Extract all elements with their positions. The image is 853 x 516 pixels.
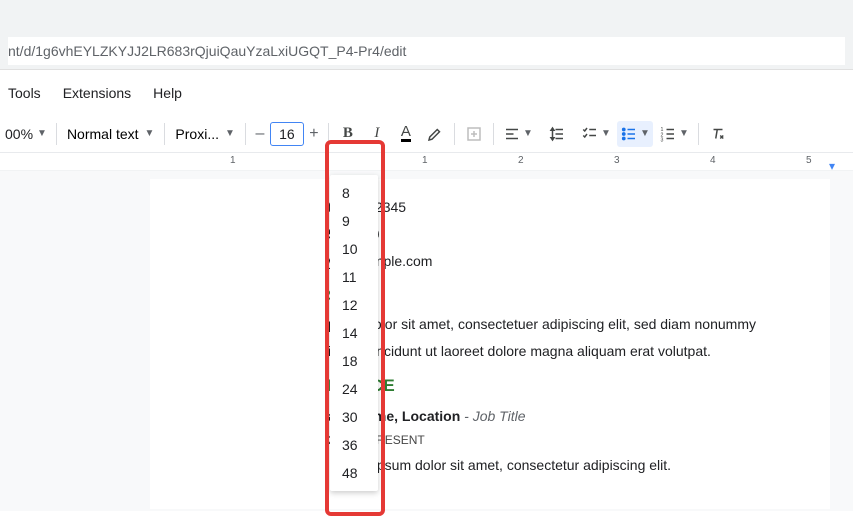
menu-help[interactable]: Help xyxy=(149,79,186,107)
menu-tools[interactable]: Tools xyxy=(4,79,45,107)
line-spacing-icon xyxy=(548,125,566,143)
font-size-option[interactable]: 8 xyxy=(330,179,378,207)
font-size-dropdown[interactable]: 8 9 10 11 12 14 18 24 30 36 48 xyxy=(330,175,378,491)
font-size-option[interactable]: 24 xyxy=(330,375,378,403)
font-size-control: – + xyxy=(252,122,322,146)
separator xyxy=(493,123,494,145)
font-size-option[interactable]: 18 xyxy=(330,347,378,375)
address-line: ty, ST 12345 xyxy=(328,197,806,218)
document-area: ty, ST 12345 55-7890 y@example.com S psu… xyxy=(0,171,853,511)
image-icon xyxy=(465,125,483,143)
body-text: psum dolor sit amet, consectetuer adipis… xyxy=(328,314,806,335)
font-size-option[interactable]: 10 xyxy=(330,235,378,263)
job-title: - Job Title xyxy=(460,408,525,424)
checklist-icon xyxy=(581,125,599,143)
date-range: 20XX - PRESENT xyxy=(328,433,806,447)
section-heading-skills: S xyxy=(328,286,806,306)
chevron-down-icon: ▼ xyxy=(679,128,689,139)
checklist-button[interactable]: ▼ xyxy=(578,121,614,147)
bulleted-list-button[interactable]: ▼ xyxy=(617,121,653,147)
bullet-list-icon xyxy=(620,125,638,143)
url-bar: nt/d/1g6vhEYLZKYJJ2LR683rQjuiQauYzaLxiUG… xyxy=(0,0,853,70)
chevron-down-icon: ▼ xyxy=(523,128,533,139)
phone-line: 55-7890 xyxy=(328,224,806,245)
align-button[interactable]: ▼ xyxy=(500,121,536,147)
ruler-tick: 2 xyxy=(518,155,524,166)
ruler-tick: 1 xyxy=(230,155,236,166)
separator xyxy=(454,123,455,145)
increase-font-button[interactable]: + xyxy=(306,122,322,146)
svg-text:3: 3 xyxy=(660,137,663,143)
chevron-down-icon: ▼ xyxy=(145,128,155,139)
font-size-option[interactable]: 30 xyxy=(330,403,378,431)
line-spacing-button[interactable] xyxy=(539,121,575,147)
body-text: ismod tincidunt ut laoreet dolore magna … xyxy=(328,341,806,362)
separator xyxy=(56,123,57,145)
numbered-list-button[interactable]: 123 ▼ xyxy=(656,121,692,147)
chevron-down-icon: ▼ xyxy=(37,128,47,139)
insert-image-button[interactable] xyxy=(461,121,487,147)
font-value: Proxi... xyxy=(175,126,219,142)
paragraph-style-select[interactable]: Normal text ▼ xyxy=(63,126,158,142)
font-size-input[interactable] xyxy=(270,122,304,146)
toolbar: 00% ▼ Normal text ▼ Proxi... ▼ – + B I U… xyxy=(0,115,853,153)
font-family-select[interactable]: Proxi... ▼ xyxy=(171,126,238,142)
separator xyxy=(698,123,699,145)
url-text: nt/d/1g6vhEYLZKYJJ2LR683rQjuiQauYzaLxiUG… xyxy=(8,37,845,65)
font-size-option[interactable]: 36 xyxy=(330,431,378,459)
separator xyxy=(164,123,165,145)
numbered-list-icon: 123 xyxy=(659,125,677,143)
ruler-tick: 1 xyxy=(422,155,428,166)
ruler-tick: 3 xyxy=(614,155,620,166)
clear-formatting-button[interactable] xyxy=(705,121,731,147)
style-value: Normal text xyxy=(67,126,139,142)
menu-bar: Tools Extensions Help xyxy=(0,70,853,115)
ruler-tick: 5 xyxy=(806,155,812,166)
align-left-icon xyxy=(503,125,521,143)
font-size-option[interactable]: 11 xyxy=(330,263,378,291)
bullet-text: orem ipsum dolor sit amet, consectetur a… xyxy=(328,455,806,476)
zoom-select[interactable]: 00% ▼ xyxy=(2,126,50,142)
decrease-font-button[interactable]: – xyxy=(252,122,268,146)
zoom-value: 00% xyxy=(5,126,33,142)
separator xyxy=(245,123,246,145)
section-heading-experience: RIENCE xyxy=(328,376,806,396)
font-size-option[interactable]: 9 xyxy=(330,207,378,235)
italic-button[interactable]: I xyxy=(364,121,390,147)
font-size-option[interactable]: 12 xyxy=(330,291,378,319)
separator xyxy=(328,123,329,145)
menu-extensions[interactable]: Extensions xyxy=(59,79,135,107)
email-line: y@example.com xyxy=(328,251,806,272)
ruler-tick: 4 xyxy=(710,155,716,166)
ruler: 1 1 2 3 4 5 ▾ xyxy=(0,153,853,171)
chevron-down-icon: ▼ xyxy=(640,128,650,139)
clear-format-icon xyxy=(709,125,727,143)
highlighter-icon xyxy=(426,125,444,143)
page[interactable]: ty, ST 12345 55-7890 y@example.com S psu… xyxy=(150,179,830,509)
bold-button[interactable]: B xyxy=(335,121,361,147)
chevron-down-icon: ▼ xyxy=(225,128,235,139)
font-size-option[interactable]: 48 xyxy=(330,459,378,487)
text-color-button[interactable]: A xyxy=(393,121,419,147)
font-size-option[interactable]: 14 xyxy=(330,319,378,347)
company-line: any Name, Location - Job Title xyxy=(328,406,806,427)
chevron-down-icon: ▼ xyxy=(601,128,611,139)
highlight-button[interactable] xyxy=(422,121,448,147)
